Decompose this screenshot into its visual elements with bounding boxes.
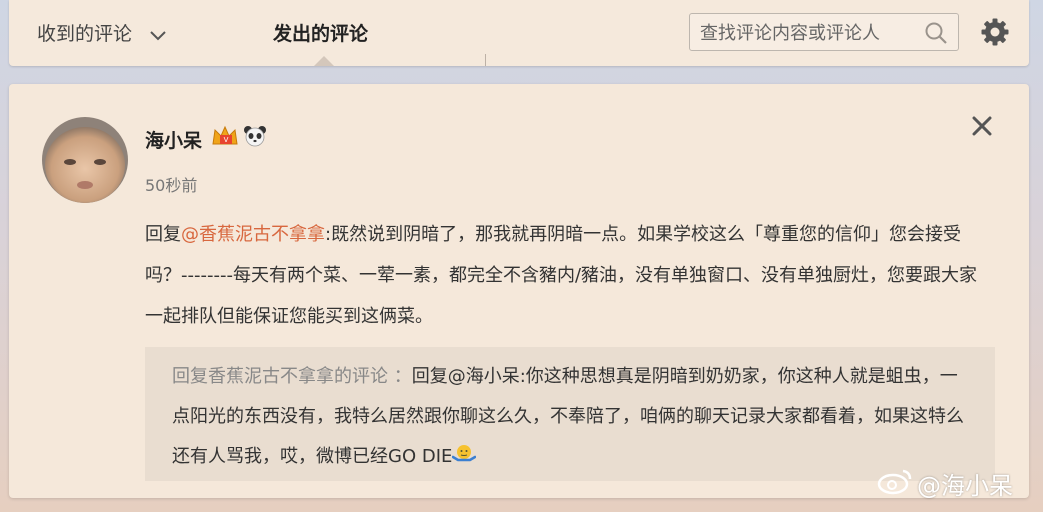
tab-received-comments[interactable]: 收到的评论 bbox=[37, 20, 166, 49]
comment-text: 回复@香蕉泥古不拿拿:既然说到阴暗了，那我就再阴暗一点。如果学校这么「尊重您的信… bbox=[145, 214, 991, 337]
watermark: @海小呆 bbox=[877, 466, 1013, 501]
user-badges: V bbox=[211, 124, 267, 152]
svg-text:V: V bbox=[224, 136, 229, 144]
avatar[interactable] bbox=[42, 117, 128, 203]
watermark-text: @海小呆 bbox=[917, 472, 1013, 500]
panda-icon[interactable] bbox=[243, 124, 267, 152]
comment-timestamp: 50秒前 bbox=[145, 176, 198, 195]
active-tab-indicator bbox=[314, 56, 334, 66]
quote-reference-link[interactable]: 回复香蕉泥古不拿拿的评论 ： bbox=[172, 366, 412, 387]
mention-link[interactable]: @香蕉泥古不拿拿 bbox=[181, 224, 325, 245]
shrug-emoji-icon bbox=[452, 445, 477, 467]
comment-card: 海小呆 V 50秒前 回复@香蕉泥古不拿拿:既然说到阴暗了，那我就再阴暗一点。如… bbox=[9, 84, 1029, 498]
search-input[interactable] bbox=[698, 19, 922, 47]
vip-crown-icon[interactable]: V bbox=[211, 124, 239, 152]
tab-sent-comments[interactable]: 发出的评论 bbox=[273, 20, 368, 48]
search-box bbox=[689, 13, 959, 51]
close-icon[interactable] bbox=[971, 115, 993, 141]
quoted-comment: 回复香蕉泥古不拿拿的评论 ：回复@海小呆:你这种思想真是阴暗到奶奶家，你这种人就… bbox=[145, 347, 995, 481]
chevron-down-icon[interactable] bbox=[150, 21, 166, 49]
tab-received-label: 收到的评论 bbox=[37, 23, 133, 45]
weibo-logo-icon bbox=[877, 467, 913, 501]
username[interactable]: 海小呆 bbox=[145, 126, 202, 153]
divider bbox=[485, 54, 486, 66]
comments-header: 收到的评论 发出的评论 bbox=[9, 0, 1029, 66]
reply-prefix: 回复 bbox=[145, 224, 181, 245]
search-icon[interactable] bbox=[924, 21, 948, 49]
gear-icon[interactable] bbox=[980, 17, 1010, 51]
